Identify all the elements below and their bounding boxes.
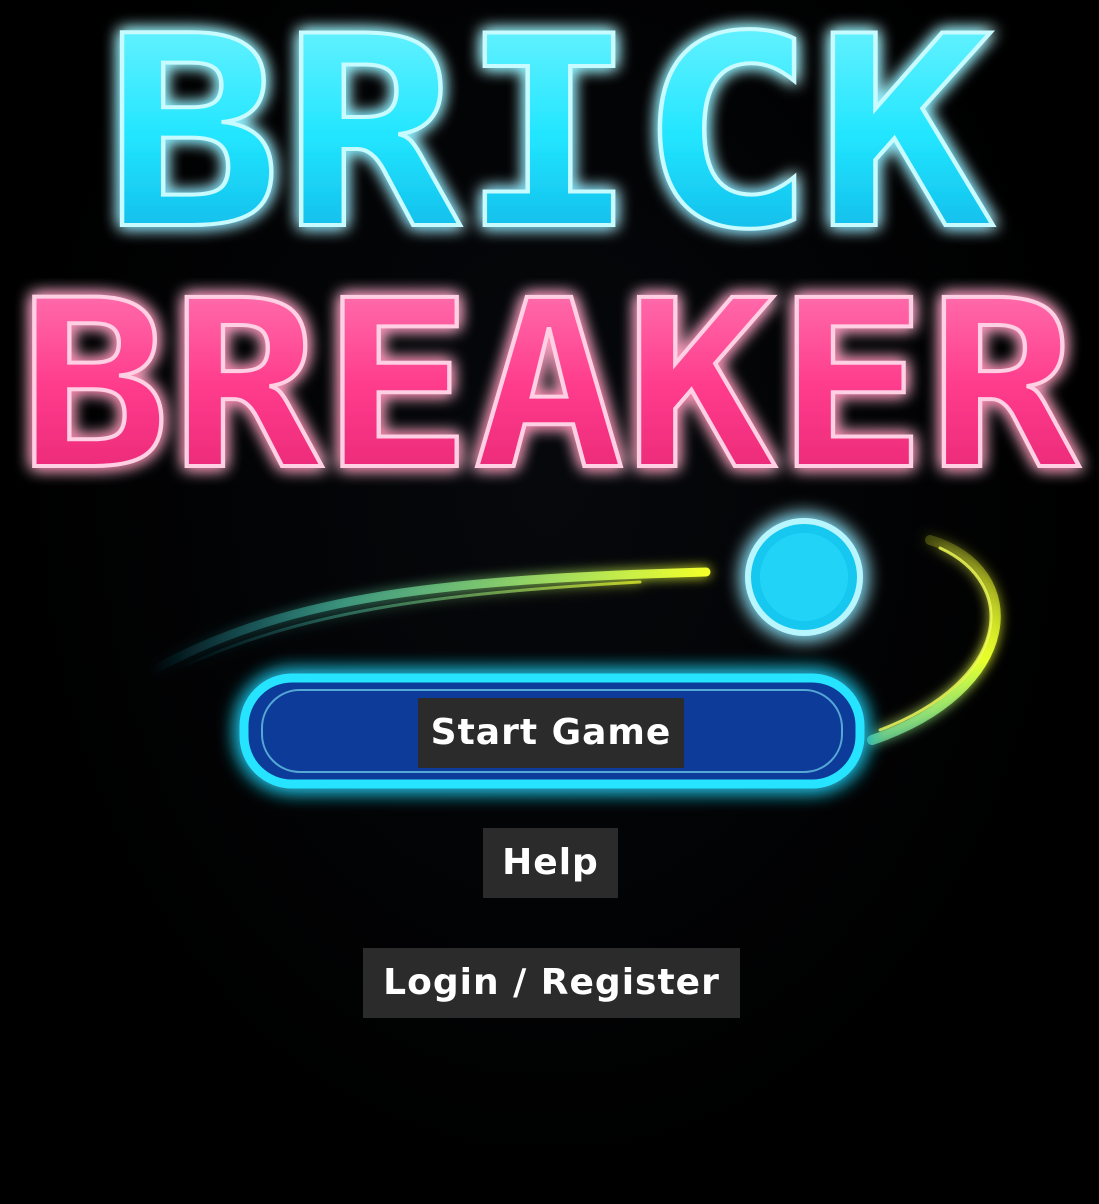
- trail-icon: [145, 567, 711, 677]
- trail-arc-icon: [867, 535, 1001, 745]
- help-button[interactable]: Help: [483, 828, 618, 898]
- login-register-button[interactable]: Login / Register: [363, 948, 740, 1018]
- ball-icon: [745, 518, 863, 636]
- game-menu-screen: BRICK BREAKER Start Game Help Login / Re…: [0, 0, 1099, 1204]
- decoration-layer: [145, 518, 1001, 789]
- start-game-button[interactable]: Start Game: [418, 698, 684, 768]
